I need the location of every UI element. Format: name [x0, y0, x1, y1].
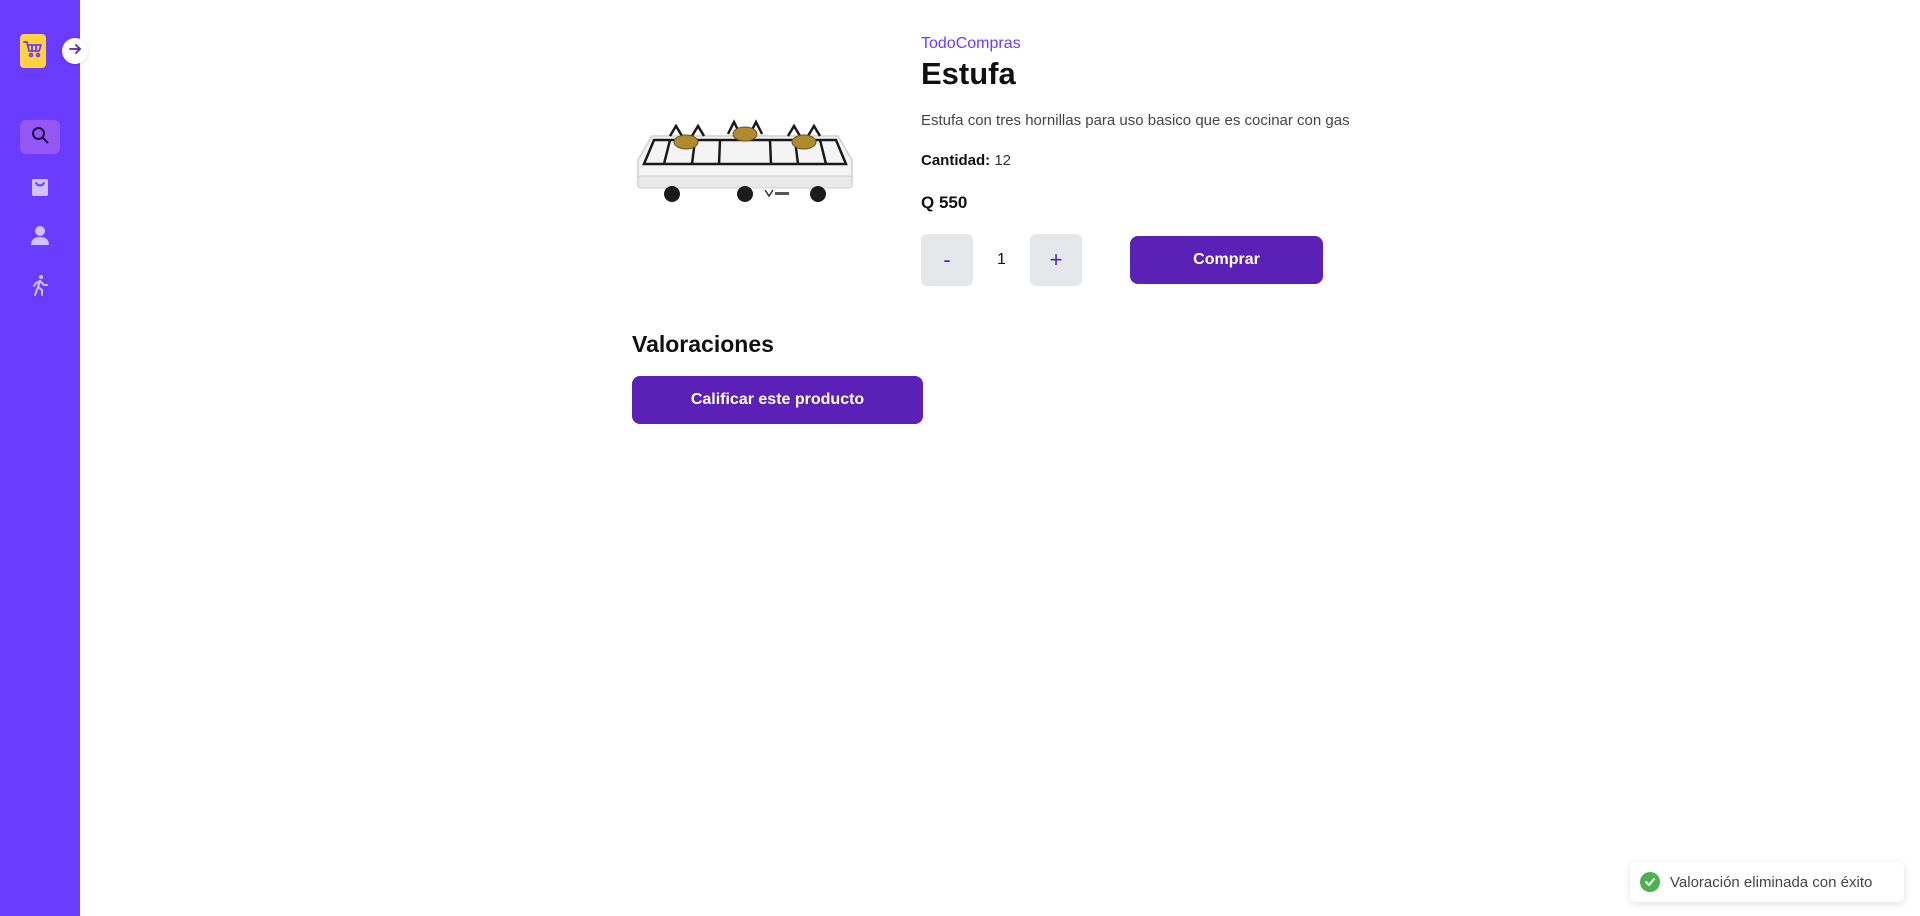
shopping-bag-icon	[30, 177, 50, 202]
walking-person-icon	[30, 274, 50, 301]
product-title: Estufa	[921, 56, 1016, 91]
product-image	[630, 100, 860, 220]
toast-message: Valoración eliminada con éxito	[1670, 873, 1873, 891]
user-icon	[30, 225, 50, 250]
shopping-cart-icon	[23, 40, 43, 63]
quantity-increase-button[interactable]: +	[1030, 234, 1082, 286]
quantity-value: 1	[997, 251, 1006, 268]
stock-value: 12	[994, 152, 1012, 169]
success-check-icon	[1640, 872, 1660, 892]
stock-label: Cantidad:	[921, 152, 991, 169]
gas-stove-image	[630, 119, 860, 224]
sidebar-item-profile[interactable]	[20, 220, 60, 254]
product-description: Estufa con tres hornillas para uso basic…	[921, 112, 1350, 129]
sidebar	[0, 0, 88, 916]
arrow-right-icon	[68, 42, 82, 61]
sidebar-item-orders[interactable]	[20, 172, 60, 206]
search-icon	[30, 125, 50, 150]
product-brand[interactable]: TodoCompras	[921, 35, 1021, 53]
ratings-title: Valoraciones	[632, 331, 774, 357]
quantity-decrease-button[interactable]: -	[921, 234, 973, 286]
product-stock: Cantidad: 12	[921, 152, 1011, 169]
sidebar-item-search[interactable]	[20, 120, 60, 154]
sidebar-toggle-button[interactable]	[62, 38, 88, 64]
toast-notification[interactable]: Valoración eliminada con éxito	[1630, 862, 1904, 902]
sidebar-item-logout[interactable]	[20, 270, 60, 304]
app-logo[interactable]	[20, 34, 46, 68]
product-price: Q 550	[921, 193, 968, 212]
buy-button[interactable]: Comprar	[1130, 236, 1323, 284]
rate-product-button[interactable]: Calificar este producto	[632, 376, 923, 424]
